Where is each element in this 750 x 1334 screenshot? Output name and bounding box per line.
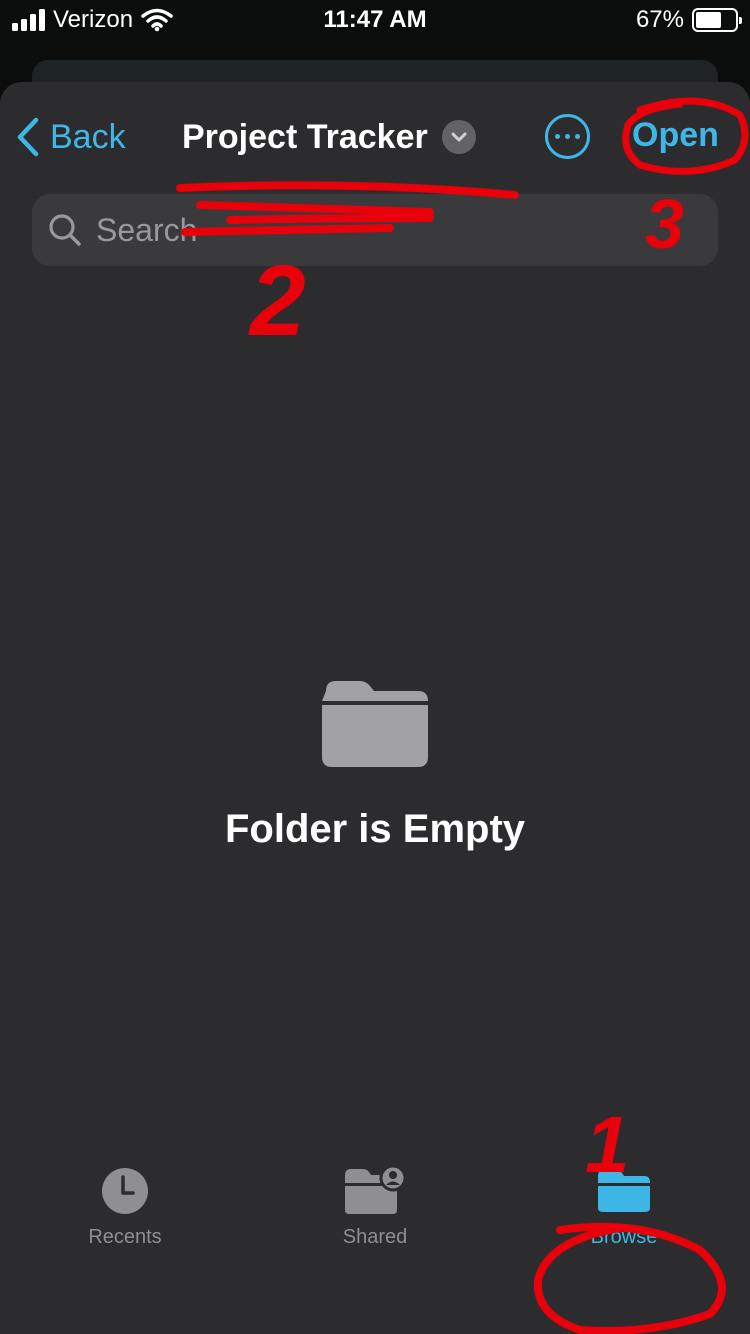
more-options-button[interactable] xyxy=(545,114,590,159)
search-icon xyxy=(49,214,81,246)
chevron-left-icon xyxy=(17,117,39,157)
open-button[interactable]: Open xyxy=(632,116,719,155)
tab-bar: Recents Shared Browse xyxy=(0,1160,750,1252)
search-bar[interactable]: Search xyxy=(32,194,718,266)
shared-folder-icon xyxy=(345,1166,407,1214)
tab-shared-label: Shared xyxy=(342,1226,408,1248)
chevron-down-icon[interactable] xyxy=(441,120,476,154)
tab-browse[interactable]: Browse xyxy=(544,1166,704,1249)
clock-icon xyxy=(102,1168,148,1214)
ellipsis-icon xyxy=(555,134,560,139)
back-button[interactable]: Back xyxy=(16,112,126,162)
back-label: Back xyxy=(50,117,126,156)
empty-message: Folder is Empty xyxy=(224,807,526,851)
status-bar: Verizon 11:47 AM 67% xyxy=(0,0,750,40)
status-right: 67% xyxy=(635,6,742,34)
navigation-bar: Back Project Tracker Open xyxy=(0,82,750,192)
battery-percentage: 67% xyxy=(635,6,684,33)
browse-folder-icon xyxy=(598,1170,650,1212)
tab-recents[interactable]: Recents xyxy=(45,1166,205,1249)
empty-state: Folder is Empty xyxy=(0,677,750,852)
folder-icon xyxy=(322,681,428,767)
battery-icon xyxy=(692,8,742,32)
title-menu[interactable]: Project Tracker xyxy=(182,114,476,160)
search-placeholder: Search xyxy=(96,211,198,248)
folder-title: Project Tracker xyxy=(182,117,428,156)
folder-sheet: Back Project Tracker Open Search Folder … xyxy=(0,82,750,1334)
tab-recents-label: Recents xyxy=(88,1226,162,1248)
tab-browse-label: Browse xyxy=(590,1226,658,1248)
screen: Verizon 11:47 AM 67% Back Project Tracke… xyxy=(0,0,750,1334)
battery-level xyxy=(696,12,722,28)
tab-shared[interactable]: Shared xyxy=(295,1166,455,1249)
